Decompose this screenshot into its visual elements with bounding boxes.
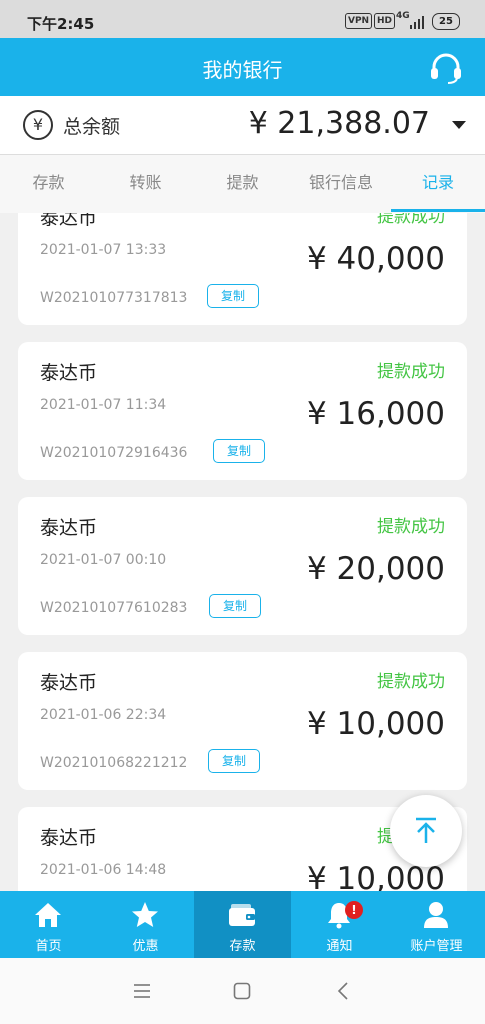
nav-label: 通知 [326, 939, 353, 954]
balance-amount: ¥ 21,388.07 [248, 106, 430, 141]
record-status: 提款成功 [377, 672, 445, 692]
page-title: 我的银行 [202, 58, 283, 82]
record-status: 提款成功 [377, 517, 445, 537]
records-list[interactable]: 泰达币 提款成功 2021-01-07 13:33 ¥ 40,000 W2021… [0, 213, 485, 891]
status-time: 下午2:45 [27, 15, 95, 33]
record-order-number: W202101068221212 [40, 755, 188, 771]
copy-button[interactable]: 复制 [208, 749, 260, 773]
nav-label: 首页 [35, 939, 62, 954]
wallet-icon [229, 904, 255, 926]
caret-down-icon[interactable] [452, 121, 466, 129]
menu-icon[interactable] [133, 983, 151, 999]
record-amount: ¥ 40,000 [306, 241, 445, 277]
status-bar: 下午2:45 VPN HD 4G 25 [0, 0, 485, 38]
copy-button[interactable]: 复制 [207, 284, 259, 308]
nav-account[interactable]: 账户管理 [388, 891, 485, 958]
tab-bar: 存款 转账 提款 银行信息 记录 [0, 155, 485, 213]
bottom-nav: 首页 优惠 存款 ! 通知 账户管理 [0, 891, 485, 958]
back-icon[interactable] [337, 982, 349, 1000]
list-item[interactable]: 泰达币 提款成功 2021-01-07 11:34 ¥ 16,000 W2021… [18, 342, 467, 480]
record-amount: ¥ 10,000 [306, 706, 445, 742]
record-currency: 泰达币 [40, 827, 98, 849]
tab-deposit[interactable]: 存款 [0, 155, 97, 213]
home-square-icon[interactable] [233, 982, 251, 1000]
record-order-number: W202101077317813 [40, 290, 188, 306]
notification-badge: ! [345, 901, 363, 919]
record-currency: 泰达币 [40, 362, 98, 384]
balance-label: 总余额 [63, 116, 121, 138]
nav-deposit[interactable]: 存款 [194, 891, 291, 958]
balance-bar[interactable]: ¥ 总余额 ¥ 21,388.07 [0, 96, 485, 155]
home-icon [35, 903, 61, 927]
tab-withdraw[interactable]: 提款 [194, 155, 291, 213]
scroll-to-top-button[interactable] [390, 795, 462, 867]
record-currency: 泰达币 [40, 517, 98, 539]
copy-button[interactable]: 复制 [209, 594, 261, 618]
network-type: 4G [396, 11, 410, 21]
record-date: 2021-01-06 22:34 [40, 707, 167, 723]
nav-label: 优惠 [132, 939, 159, 954]
signal-icon [410, 16, 424, 29]
record-currency: 泰达币 [40, 672, 98, 694]
record-amount: ¥ 20,000 [306, 551, 445, 587]
nav-home[interactable]: 首页 [0, 891, 97, 958]
star-icon [132, 902, 158, 927]
system-nav-bar [0, 958, 485, 1024]
hd-icon: HD [374, 13, 396, 29]
nav-label: 账户管理 [410, 939, 463, 954]
tab-active-indicator [391, 209, 485, 212]
record-status: 提款成功 [377, 362, 445, 382]
list-item[interactable]: 泰达币 提款成功 2021-01-06 22:34 ¥ 10,000 W2021… [18, 652, 467, 790]
record-date: 2021-01-07 11:34 [40, 397, 167, 413]
copy-button[interactable]: 复制 [213, 439, 265, 463]
tab-records[interactable]: 记录 [391, 155, 485, 213]
record-amount: ¥ 16,000 [306, 396, 445, 432]
yen-icon: ¥ [23, 110, 53, 140]
tab-bank-info[interactable]: 银行信息 [291, 155, 391, 213]
battery-icon: 25 [432, 13, 460, 30]
record-date: 2021-01-07 00:10 [40, 552, 167, 568]
record-order-number: W202101077610283 [40, 600, 188, 616]
vpn-icon: VPN [345, 13, 373, 29]
app-header: 我的银行 [0, 38, 485, 96]
record-date: 2021-01-06 14:48 [40, 862, 167, 878]
record-order-number: W202101072916436 [40, 445, 188, 461]
list-item[interactable]: 泰达币 提款成功 2021-01-07 00:10 ¥ 20,000 W2021… [18, 497, 467, 635]
user-icon [424, 902, 448, 928]
tab-transfer[interactable]: 转账 [97, 155, 194, 213]
headset-icon[interactable] [428, 52, 464, 84]
record-currency: 泰达币 [40, 213, 98, 229]
nav-notifications[interactable]: ! 通知 [291, 891, 388, 958]
record-status: 提款成功 [377, 213, 445, 227]
record-date: 2021-01-07 13:33 [40, 242, 167, 258]
nav-label: 存款 [229, 939, 256, 954]
list-item[interactable]: 泰达币 提款成功 2021-01-07 13:33 ¥ 40,000 W2021… [18, 213, 467, 325]
arrow-up-icon [416, 817, 436, 843]
nav-promotions[interactable]: 优惠 [97, 891, 194, 958]
